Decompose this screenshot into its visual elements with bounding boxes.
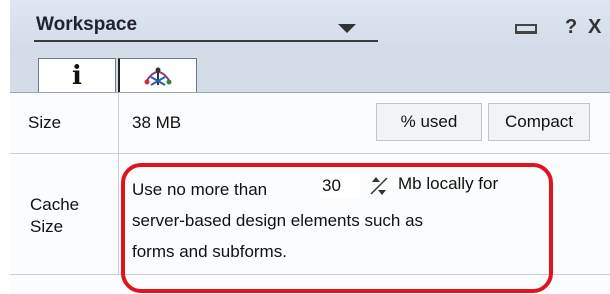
database-icon: [144, 67, 172, 86]
percent-used-button[interactable]: % used: [376, 103, 482, 141]
spinner-arrows-icon[interactable]: [367, 174, 391, 198]
size-label: Size: [28, 113, 62, 132]
info-icon: i: [72, 60, 82, 91]
panel-header: Workspace ? X: [10, 0, 610, 52]
tab-info[interactable]: i: [38, 58, 116, 92]
workspace-panel: Workspace ? X i Size 38 MB % used Compac…: [10, 0, 610, 294]
compact-button[interactable]: Compact: [488, 103, 590, 141]
label-column: [10, 93, 119, 153]
cache-line2: server-based design elements such as: [132, 211, 424, 230]
tab-database[interactable]: [118, 58, 197, 92]
tab-bar: i: [10, 52, 610, 92]
pin-icon[interactable]: [515, 24, 537, 34]
cache-size-input[interactable]: 30: [320, 174, 360, 198]
cache-label-line2: Size: [30, 217, 64, 236]
chevron-down-icon[interactable]: [338, 24, 356, 33]
workspace-content: Size 38 MB % used Compact Cache Size Use…: [10, 92, 610, 294]
cache-size-label: Cache Size: [30, 194, 110, 238]
title-underline: [34, 40, 378, 42]
size-value: 38 MB: [132, 113, 182, 132]
panel-title: Workspace: [36, 14, 138, 35]
size-row: Size 38 MB % used Compact: [10, 93, 610, 154]
help-button[interactable]: ?: [565, 16, 577, 39]
cache-size-row: Cache Size Use no more than server-based…: [10, 154, 610, 275]
cache-label-line1: Cache: [30, 195, 80, 214]
close-button[interactable]: X: [588, 16, 601, 39]
cache-line3: forms and subforms.: [132, 242, 287, 261]
cache-unit-suffix: Mb locally for: [398, 174, 499, 193]
